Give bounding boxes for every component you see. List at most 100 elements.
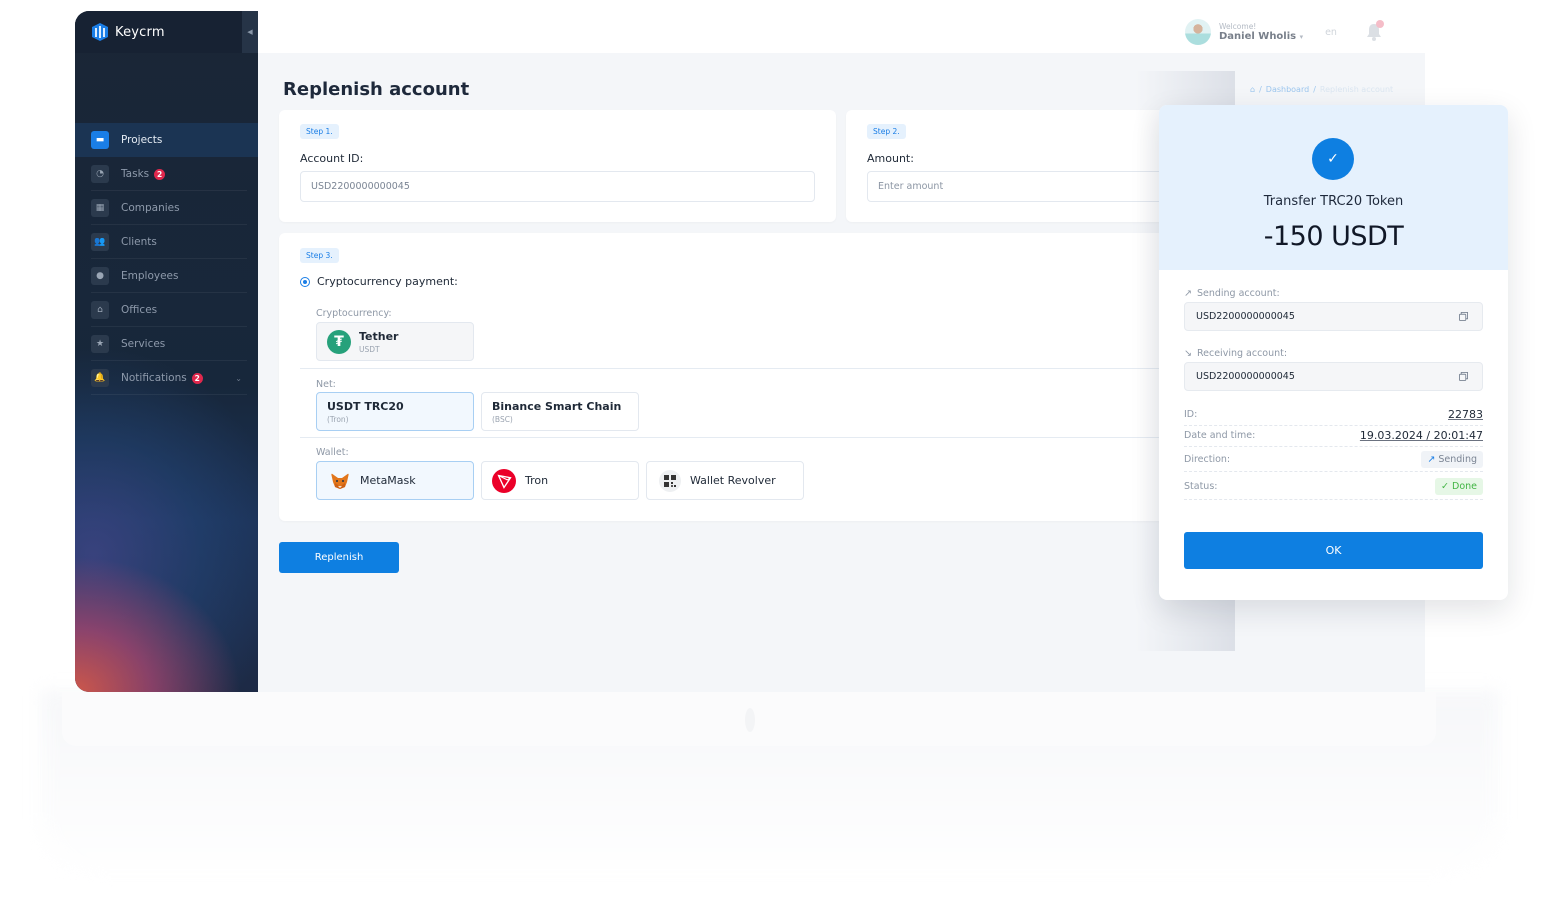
sidebar-item-employees[interactable]: ● Employees bbox=[75, 259, 258, 293]
copy-icon[interactable] bbox=[1459, 312, 1468, 321]
wallet-option-wallet-revolver[interactable]: Wallet Revolver bbox=[646, 461, 804, 500]
detail-row-datetime: Date and time: 19.03.2024 / 20:01:47 bbox=[1184, 425, 1483, 447]
page-title: Replenish account bbox=[283, 79, 470, 100]
detail-row-direction: Direction: ↗ Sending bbox=[1184, 448, 1483, 472]
status-value: Done bbox=[1452, 481, 1477, 492]
transfer-modal: ✓ Transfer TRC20 Token -150 USDT ↗ Sendi… bbox=[1159, 105, 1508, 600]
transaction-id[interactable]: 22783 bbox=[1448, 408, 1483, 421]
direction-badge: ↗ Sending bbox=[1421, 451, 1483, 468]
breadcrumb-separator: / bbox=[1259, 85, 1262, 94]
sidebar-item-label: Offices bbox=[121, 304, 158, 316]
sidebar-nav: ▬ Projects ◔ Tasks 2 ▦ Companies 👥 Clien… bbox=[75, 123, 258, 395]
wallet-name: Tron bbox=[525, 474, 549, 487]
wallet-name: MetaMask bbox=[360, 474, 416, 487]
sidebar-item-label: Employees bbox=[121, 270, 179, 282]
receiving-account-label-text: Receiving account: bbox=[1196, 348, 1288, 359]
account-id-label: Account ID: bbox=[300, 152, 364, 165]
modal-header: ✓ Transfer TRC20 Token -150 USDT bbox=[1159, 105, 1508, 270]
user-icon: ● bbox=[91, 267, 109, 285]
wallet-label: Wallet: bbox=[316, 447, 349, 458]
wallet-option-tron[interactable]: Tron bbox=[481, 461, 639, 500]
sending-account-label-text: Sending account: bbox=[1196, 288, 1280, 299]
net-name: Binance Smart Chain bbox=[492, 399, 622, 413]
chevron-down-icon[interactable]: ⌄ bbox=[235, 374, 242, 383]
divider bbox=[300, 368, 1266, 369]
sidebar-item-label: Notifications bbox=[121, 372, 187, 384]
net-label: Net: bbox=[316, 379, 336, 390]
language-switcher[interactable]: en bbox=[1320, 21, 1342, 43]
direction-value: Sending bbox=[1438, 454, 1477, 465]
notifications-count-badge: 2 bbox=[191, 372, 203, 384]
sidebar-item-label: Clients bbox=[121, 236, 157, 248]
sidebar-item-label: Tasks bbox=[121, 168, 150, 180]
app-name: Keycrm bbox=[115, 24, 165, 40]
check-icon: ✓ bbox=[1441, 481, 1449, 492]
breadcrumb-separator: / bbox=[1313, 85, 1316, 94]
net-sub: (BSC) bbox=[492, 414, 513, 424]
net-name: USDT TRC20 bbox=[327, 399, 404, 413]
transaction-datetime[interactable]: 19.03.2024 / 20:01:47 bbox=[1360, 429, 1483, 442]
wallet-option-metamask[interactable]: MetaMask bbox=[316, 461, 474, 500]
net-sub: (Tron) bbox=[327, 414, 349, 424]
tether-icon: ₮ bbox=[327, 329, 351, 354]
sending-account-field: USD2200000000045 bbox=[1184, 302, 1483, 331]
sidebar-item-offices[interactable]: ⌂ Offices bbox=[75, 293, 258, 327]
sending-account-label: ↗ Sending account: bbox=[1184, 288, 1280, 299]
metamask-fox-icon bbox=[331, 472, 349, 489]
radio-selected-icon bbox=[300, 276, 310, 287]
detail-row-status: Status: ✓ Done bbox=[1184, 474, 1483, 500]
account-id-input[interactable] bbox=[300, 171, 815, 202]
keycrm-logo-icon bbox=[92, 23, 108, 41]
detail-row-id: ID: 22783 bbox=[1184, 404, 1483, 426]
topbar: Welcome! Daniel Wholis ▾ en bbox=[258, 11, 1425, 53]
stopwatch-icon: ◔ bbox=[91, 165, 109, 183]
transfer-amount: -150 USDT bbox=[1263, 221, 1404, 252]
step3-card: Step 3. Cryptocurrency payment: Cryptocu… bbox=[279, 233, 1266, 521]
detail-key: Direction: bbox=[1184, 454, 1231, 465]
step2-badge: Step 2. bbox=[867, 124, 906, 139]
user-name: Daniel Wholis ▾ bbox=[1219, 31, 1303, 42]
avatar bbox=[1185, 19, 1211, 45]
copy-icon[interactable] bbox=[1459, 372, 1468, 381]
users-icon: 👥 bbox=[91, 233, 109, 251]
arrow-up-right-icon: ↗ bbox=[1184, 288, 1192, 299]
sidebar-header: Keycrm ◀ bbox=[75, 11, 258, 53]
cryptocurrency-label: Cryptocurrency: bbox=[316, 308, 392, 319]
sidebar-item-label: Projects bbox=[121, 134, 163, 146]
user-menu[interactable]: Welcome! Daniel Wholis ▾ bbox=[1185, 19, 1303, 45]
replenish-button[interactable]: Replenish bbox=[279, 542, 399, 573]
receiving-account-field: USD2200000000045 bbox=[1184, 362, 1483, 391]
caret-left-icon: ◀ bbox=[247, 28, 253, 36]
sidebar-collapse-button[interactable]: ◀ bbox=[242, 11, 258, 53]
status-badge: ✓ Done bbox=[1435, 478, 1483, 495]
notifications-button[interactable] bbox=[1364, 20, 1384, 42]
sidebar-item-companies[interactable]: ▦ Companies bbox=[75, 191, 258, 225]
step1-card: Step 1. Account ID: bbox=[279, 110, 836, 222]
divider bbox=[300, 437, 1266, 438]
breadcrumb-dashboard[interactable]: Dashboard bbox=[1266, 85, 1309, 94]
detail-key: ID: bbox=[1184, 409, 1198, 420]
tron-logo-icon bbox=[492, 468, 516, 493]
ok-button[interactable]: OK bbox=[1184, 532, 1483, 569]
notification-dot bbox=[1376, 20, 1384, 28]
sidebar-item-tasks[interactable]: ◔ Tasks 2 bbox=[75, 157, 258, 191]
briefcase-icon: ▬ bbox=[91, 131, 109, 149]
sidebar-item-notifications[interactable]: 🔔 Notifications 2 ⌄ bbox=[75, 361, 258, 395]
crypto-name: Tether bbox=[359, 329, 399, 343]
sidebar-item-clients[interactable]: 👥 Clients bbox=[75, 225, 258, 259]
home-icon[interactable]: ⌂ bbox=[1250, 85, 1255, 94]
net-option-bsc[interactable]: Binance Smart Chain (BSC) bbox=[481, 392, 639, 431]
receiving-account-label: ↘ Receiving account: bbox=[1184, 348, 1287, 359]
sidebar-item-label: Services bbox=[121, 338, 166, 350]
sidebar-item-services[interactable]: ★ Services bbox=[75, 327, 258, 361]
welcome-text: Welcome! bbox=[1219, 22, 1257, 31]
net-option-trc20[interactable]: USDT TRC20 (Tron) bbox=[316, 392, 474, 431]
breadcrumb: ⌂ / Dashboard / Replenish account bbox=[1250, 85, 1393, 94]
sidebar-item-projects[interactable]: ▬ Projects bbox=[75, 123, 258, 157]
qr-code-icon bbox=[659, 469, 681, 492]
user-name-text: Daniel Wholis bbox=[1219, 31, 1297, 42]
step1-badge: Step 1. bbox=[300, 124, 339, 139]
cryptocurrency-option-tether[interactable]: ₮ Tether USDT bbox=[316, 322, 474, 361]
arrow-down-right-icon: ↘ bbox=[1184, 348, 1192, 359]
crypto-payment-radio[interactable]: Cryptocurrency payment: bbox=[300, 275, 458, 288]
